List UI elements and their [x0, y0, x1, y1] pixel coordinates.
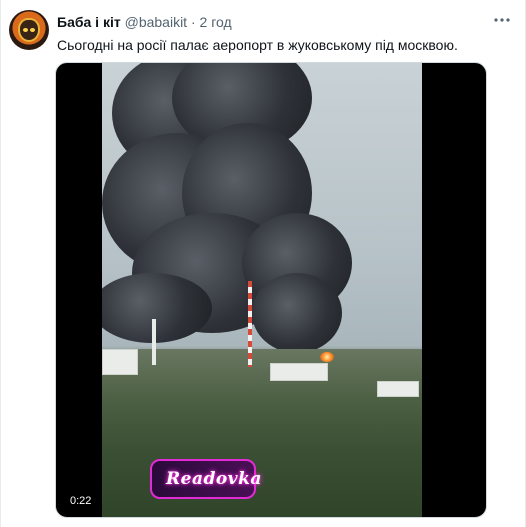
fire-glow	[320, 352, 334, 362]
building	[102, 349, 138, 375]
more-options-icon[interactable]	[493, 12, 511, 28]
tweet-card[interactable]: Баба і кіт @babaikit · 2 год Сьогодні на…	[0, 0, 526, 527]
radio-tower	[152, 319, 156, 365]
video-duration: 0:22	[66, 493, 96, 510]
avatar-eye-left	[23, 28, 28, 32]
watermark-logo: Readovka	[166, 469, 262, 489]
separator-dot: ·	[190, 14, 196, 30]
tweet-header: Баба і кіт @babaikit · 2 год	[57, 14, 232, 30]
building	[377, 381, 419, 397]
tweet-text: Сьогодні на росії палає аеропорт в жуков…	[57, 37, 458, 53]
avatar[interactable]	[9, 10, 49, 50]
building	[270, 363, 328, 381]
cat-face-icon	[18, 18, 40, 42]
author-handle[interactable]: @babaikit	[125, 14, 187, 30]
smoke-cloud	[102, 273, 212, 343]
radio-tower	[248, 281, 252, 367]
video-frame: Readovka	[102, 63, 422, 517]
watermark-badge: Readovka	[150, 459, 261, 499]
avatar-eye-right	[30, 28, 35, 32]
video-player[interactable]: Readovka 0:22	[55, 62, 487, 518]
tweet-timestamp[interactable]: 2 год	[200, 14, 232, 30]
smoke-cloud	[252, 273, 342, 353]
author-name[interactable]: Баба і кіт	[57, 14, 121, 30]
